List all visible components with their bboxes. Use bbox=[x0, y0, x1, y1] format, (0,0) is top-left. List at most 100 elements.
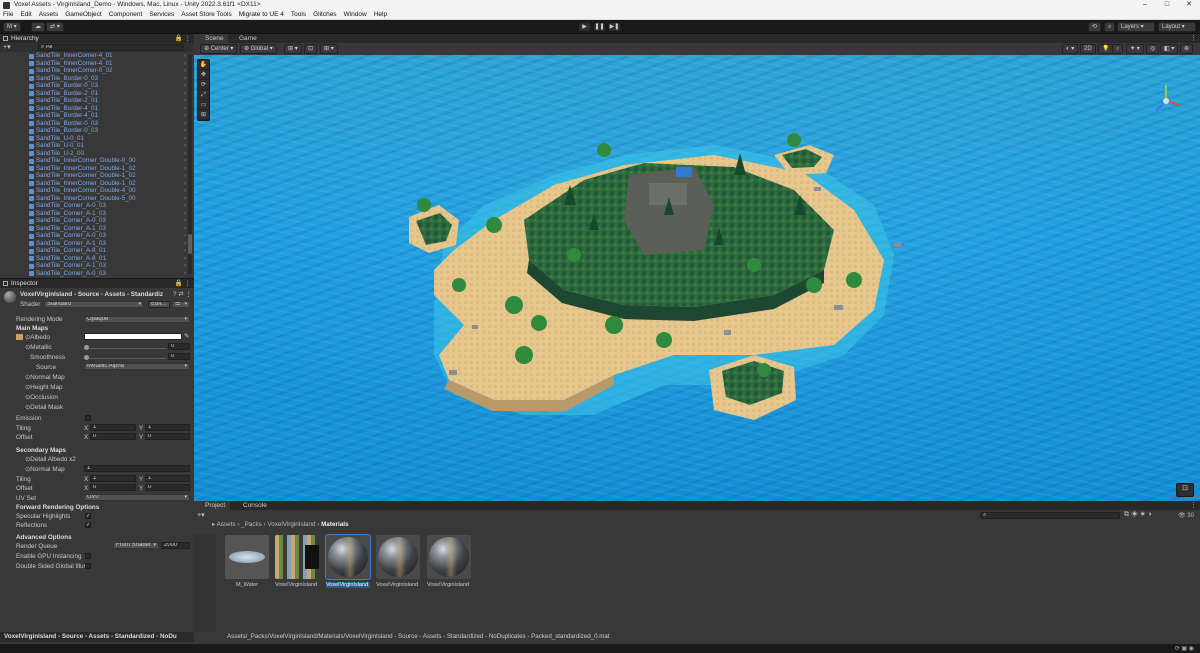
move-tool-icon[interactable]: ✥ bbox=[198, 70, 209, 80]
albedo-texture-slot[interactable] bbox=[16, 334, 23, 340]
close-button[interactable]: ✕ bbox=[1178, 0, 1200, 10]
hierarchy-item[interactable]: SandTile_Corner_A-1_03 › bbox=[0, 240, 194, 248]
double-sided-gi-checkbox[interactable] bbox=[85, 563, 91, 569]
draw-mode-dropdown[interactable]: ◐ ▾ bbox=[1062, 44, 1079, 54]
history-icon[interactable]: ⟲ bbox=[1088, 22, 1102, 32]
crumb-packs[interactable]: _Packs bbox=[241, 521, 262, 528]
chevron-right-icon[interactable]: › bbox=[184, 60, 186, 68]
chevron-right-icon[interactable]: › bbox=[184, 90, 186, 98]
chevron-right-icon[interactable]: › bbox=[184, 202, 186, 210]
hierarchy-item[interactable]: SandTile_Border-0_03 › bbox=[0, 75, 194, 83]
hierarchy-tab[interactable]: Hierarchy 🔒 ⋮ bbox=[0, 34, 194, 43]
chevron-right-icon[interactable]: › bbox=[184, 97, 186, 105]
hidden-objects-icon[interactable]: ◎ bbox=[1146, 44, 1160, 54]
panel-menu-icon[interactable]: 🔒 ⋮ bbox=[175, 34, 191, 43]
shader-dropdown[interactable]: Standard bbox=[44, 301, 144, 308]
sec-normal-input[interactable]: 1 bbox=[84, 465, 190, 472]
tab-scene[interactable]: Scene bbox=[194, 34, 229, 43]
search-icon[interactable]: ⌕ bbox=[1104, 22, 1116, 32]
menu-help[interactable]: Help bbox=[374, 10, 387, 19]
maximize-button[interactable]: □ bbox=[1156, 0, 1178, 10]
minimize-button[interactable]: – bbox=[1134, 0, 1156, 10]
cloud-icon[interactable]: ☁ bbox=[31, 22, 45, 32]
smoothness-input[interactable]: 0 bbox=[168, 353, 190, 360]
create-asset-icon[interactable]: +▾ bbox=[197, 511, 205, 519]
transform-tool-icon[interactable]: ⊞ bbox=[198, 110, 209, 120]
hierarchy-item[interactable]: SandTile_Corner_A-8_01 › bbox=[0, 255, 194, 263]
hierarchy-scrollbar[interactable] bbox=[188, 54, 192, 274]
chevron-right-icon[interactable]: › bbox=[184, 270, 186, 278]
specular-highlights-checkbox[interactable]: ✓ bbox=[85, 513, 91, 519]
hierarchy-item[interactable]: SandTile_InnerCorner_Double-4_00 › bbox=[0, 187, 194, 195]
metallic-slider-knob[interactable] bbox=[84, 345, 89, 350]
asset-item-material[interactable]: VoxelVirginIsland ... bbox=[427, 535, 471, 593]
hierarchy-item[interactable]: SandTile_Border-0_03 › bbox=[0, 127, 194, 135]
tab-console[interactable]: Console bbox=[232, 501, 272, 510]
asset-item-water[interactable]: M_Water bbox=[225, 535, 269, 593]
hierarchy-item[interactable]: SandTile_U-2_00 › bbox=[0, 150, 194, 158]
menu-migrate[interactable]: Migrate to UE 4 bbox=[239, 10, 284, 19]
rect-tool-icon[interactable]: ▭ bbox=[198, 100, 209, 110]
chevron-right-icon[interactable]: › bbox=[184, 225, 186, 233]
reflections-checkbox[interactable]: ✓ bbox=[85, 522, 91, 528]
chevron-right-icon[interactable]: › bbox=[184, 255, 186, 263]
chevron-right-icon[interactable]: › bbox=[184, 232, 186, 240]
offset-y-input[interactable]: 0 bbox=[145, 433, 190, 440]
scene-viewport[interactable]: ✋ ✥ ⟳ ⤢ ▭ ⊞ ⊡ bbox=[194, 55, 1200, 501]
hierarchy-item[interactable]: SandTile_Corner_A-1_03 › bbox=[0, 262, 194, 270]
pivot-dropdown[interactable]: ⊕ Center ▾ bbox=[200, 44, 238, 54]
hierarchy-item[interactable]: SandTile_InnerCorner_Double-1_02 › bbox=[0, 165, 194, 173]
chevron-right-icon[interactable]: › bbox=[184, 240, 186, 248]
chevron-right-icon[interactable]: › bbox=[184, 142, 186, 150]
render-queue-input[interactable]: 2000 bbox=[161, 542, 190, 549]
hierarchy-item[interactable]: SandTile_Corner_A-0_03 › bbox=[0, 270, 194, 278]
crumb-materials[interactable]: Materials bbox=[321, 521, 348, 528]
hierarchy-item[interactable]: SandTile_InnerCorner_Double-1_02 › bbox=[0, 172, 194, 180]
menu-component[interactable]: Component bbox=[109, 10, 143, 19]
layout-dropdown[interactable]: Layout ▾ bbox=[1158, 22, 1196, 32]
grid-snap-button[interactable]: ⊞ ▾ bbox=[284, 44, 302, 54]
tab-game[interactable]: Game bbox=[228, 34, 262, 43]
rendering-mode-dropdown[interactable]: Opaque bbox=[84, 316, 190, 323]
hierarchy-item[interactable]: SandTile_Corner_A-1_03 › bbox=[0, 210, 194, 218]
crumb-voxel[interactable]: VoxelVirginIsland bbox=[267, 521, 315, 528]
chevron-right-icon[interactable]: › bbox=[184, 127, 186, 135]
hierarchy-item[interactable]: SandTile_InnerCorner-0_02 › bbox=[0, 67, 194, 75]
status-icons[interactable]: ⟳ ▣ ◉ bbox=[1175, 645, 1194, 652]
hierarchy-item[interactable]: SandTile_InnerCorner_Double-1_02 › bbox=[0, 180, 194, 188]
menu-gameobject[interactable]: GameObject bbox=[65, 10, 102, 19]
chevron-right-icon[interactable]: › bbox=[184, 82, 186, 90]
effects-dropdown[interactable]: ✦ ▾ bbox=[1126, 44, 1144, 54]
smoothness-slider-track[interactable] bbox=[86, 358, 166, 359]
hierarchy-item[interactable]: SandTile_Border-0_03 › bbox=[0, 82, 194, 90]
crumb-assets[interactable]: Assets bbox=[217, 521, 236, 528]
gizmos-dropdown[interactable]: ⊕ bbox=[1180, 44, 1194, 54]
chevron-right-icon[interactable]: › bbox=[184, 187, 186, 195]
space-dropdown[interactable]: ⊕ Global ▾ bbox=[240, 44, 277, 54]
menu-edit[interactable]: Edit bbox=[20, 10, 31, 19]
hierarchy-item[interactable]: SandTile_InnerCorner-4_01 › bbox=[0, 52, 194, 60]
grid-button[interactable]: ⊞ ▾ bbox=[320, 44, 338, 54]
offset-x-input[interactable]: 0 bbox=[90, 433, 136, 440]
hierarchy-item[interactable]: SandTile_Corner_A-1_03 › bbox=[0, 225, 194, 233]
menu-window[interactable]: Window bbox=[344, 10, 367, 19]
chevron-right-icon[interactable]: › bbox=[184, 157, 186, 165]
chevron-right-icon[interactable]: › bbox=[184, 165, 186, 173]
menu-asset-store-tools[interactable]: Asset Store Tools bbox=[181, 10, 231, 19]
sec-tiling-y-input[interactable]: 1 bbox=[145, 475, 190, 482]
hierarchy-search-input[interactable]: ⌕ All bbox=[38, 44, 184, 51]
chevron-right-icon[interactable]: › bbox=[184, 75, 186, 83]
scene-menu-icon[interactable]: ⋮ bbox=[1190, 34, 1197, 42]
snap-increment-button[interactable]: ⊡ bbox=[304, 44, 318, 54]
play-button[interactable]: ▶ bbox=[578, 22, 591, 32]
hierarchy-item[interactable]: SandTile_InnerCorner-4_01 › bbox=[0, 60, 194, 68]
chevron-right-icon[interactable]: › bbox=[184, 105, 186, 113]
help-icon[interactable]: ? ⇄ ⋮ bbox=[173, 291, 192, 298]
chevron-right-icon[interactable]: › bbox=[184, 217, 186, 225]
tab-project[interactable]: Project bbox=[194, 501, 231, 510]
account-button[interactable]: M ▾ bbox=[3, 22, 21, 32]
project-search-input[interactable]: ⌕ bbox=[980, 512, 1120, 519]
render-queue-dropdown[interactable]: From Shader bbox=[113, 542, 159, 549]
asset-item-material[interactable]: VoxelVirginIsland ... bbox=[376, 535, 420, 593]
uv-set-dropdown[interactable]: UV0 bbox=[84, 494, 190, 501]
